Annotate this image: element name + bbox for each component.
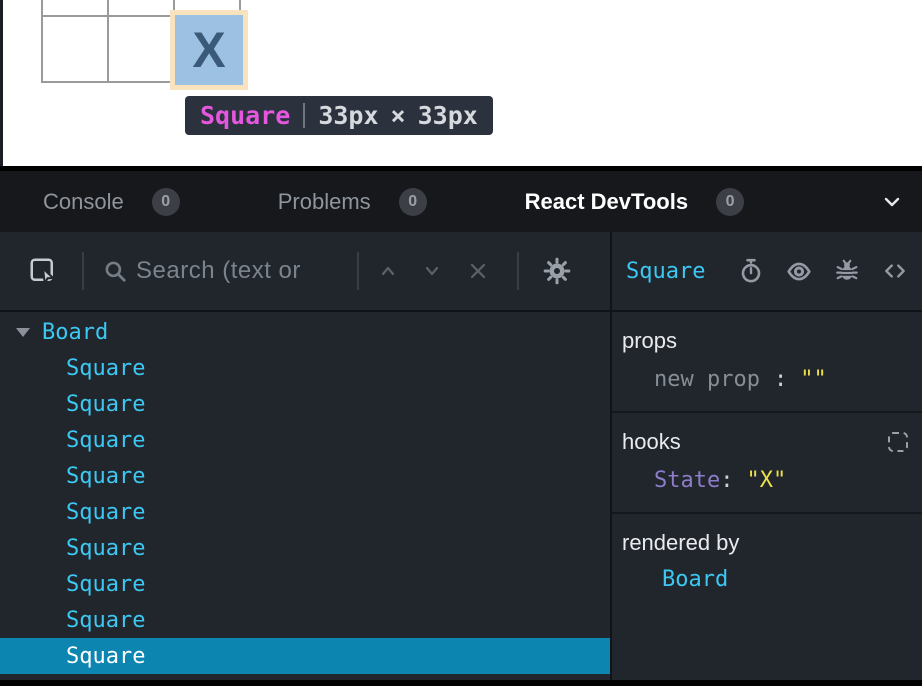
- tree-row[interactable]: Square: [0, 530, 610, 566]
- rendered-by-owner-link[interactable]: Board: [622, 567, 908, 592]
- expand-arrow-icon[interactable]: [16, 328, 42, 337]
- components-tree-pane: Board Square Square Square: [0, 232, 612, 680]
- previous-result-button[interactable]: [379, 264, 397, 278]
- components-toolbar: [0, 232, 610, 312]
- eye-icon: [786, 258, 812, 284]
- tooltip-dimensions: 33px × 33px: [318, 101, 478, 130]
- close-icon: [469, 262, 487, 280]
- search-icon: [102, 258, 128, 284]
- props-section: props new prop : "": [612, 312, 922, 413]
- inspect-tooltip: Square 33px × 33px: [185, 96, 493, 135]
- component-name: Square: [66, 572, 145, 597]
- inspect-highlight-content[interactable]: X: [175, 15, 243, 85]
- tree-row[interactable]: Board: [0, 314, 610, 350]
- tree-row[interactable]: Square: [0, 602, 610, 638]
- board-cell-value: X: [192, 21, 225, 79]
- settings-button[interactable]: [543, 257, 571, 285]
- component-name: Square: [66, 428, 145, 453]
- tab-count-badge: 0: [152, 188, 180, 216]
- component-name: Square: [66, 536, 145, 561]
- state-hook-row: State : "X": [622, 465, 908, 495]
- board-cell[interactable]: [42, 0, 108, 16]
- tab-count-badge: 0: [399, 188, 427, 216]
- colon: :: [774, 367, 787, 392]
- tree-row[interactable]: Square: [0, 638, 610, 674]
- suspense-toggle-button[interactable]: [738, 258, 764, 284]
- devtools-tab-bar: Console 0 Problems 0 React DevTools 0: [0, 171, 922, 232]
- toolbar-divider: [82, 252, 84, 290]
- bug-icon: [834, 258, 860, 284]
- component-name: Square: [66, 644, 145, 669]
- devtools-tab[interactable]: Console 0: [43, 188, 180, 216]
- details-header: Square: [612, 232, 922, 312]
- tooltip-component-name: Square: [200, 101, 290, 130]
- search-input[interactable]: [136, 257, 341, 285]
- hook-name: State: [654, 468, 720, 493]
- selected-component-title: Square: [626, 259, 705, 284]
- component-name: Square: [66, 500, 145, 525]
- tree-row[interactable]: Square: [0, 350, 610, 386]
- collapse-panel-button[interactable]: [882, 194, 902, 210]
- component-name: Board: [42, 320, 108, 345]
- devtools-tab[interactable]: Problems 0: [278, 188, 427, 216]
- devtools-tab[interactable]: React DevTools 0: [525, 188, 744, 216]
- chevron-down-icon: [423, 264, 441, 278]
- tree-row[interactable]: Square: [0, 458, 610, 494]
- react-devtools-panel: Board Square Square Square: [0, 232, 922, 680]
- hooks-section: hooks State : "X": [612, 413, 922, 514]
- tooltip-height: 33px: [418, 101, 478, 130]
- chevron-up-icon: [379, 264, 397, 278]
- new-prop-value-input[interactable]: "": [800, 367, 827, 392]
- tree-row[interactable]: Square: [0, 422, 610, 458]
- tooltip-divider: [303, 103, 305, 128]
- rendered-by-title: rendered by: [622, 530, 739, 556]
- chevron-down-icon: [882, 194, 902, 210]
- inspect-dom-button[interactable]: [786, 258, 812, 284]
- view-source-button[interactable]: [882, 258, 908, 284]
- component-tree: Board Square Square Square: [0, 312, 610, 680]
- component-details-pane: Square: [612, 232, 922, 680]
- code-icon: [882, 258, 908, 284]
- parse-hook-names-icon[interactable]: [888, 432, 908, 452]
- panel-bottom-edge: [0, 680, 922, 686]
- tree-row[interactable]: Square: [0, 494, 610, 530]
- hooks-section-title: hooks: [622, 429, 681, 455]
- rendered-by-section: rendered by Board: [612, 514, 922, 680]
- board-cell[interactable]: [108, 0, 174, 16]
- component-name: Square: [66, 608, 145, 633]
- hook-value[interactable]: "X": [746, 468, 786, 493]
- window-edge: [0, 0, 3, 166]
- next-result-button[interactable]: [423, 264, 441, 278]
- props-section-title: props: [622, 328, 677, 354]
- times-icon: ×: [391, 101, 406, 130]
- inspect-icon: [28, 256, 58, 286]
- tab-count-badge: 0: [716, 188, 744, 216]
- log-component-button[interactable]: [834, 258, 860, 284]
- new-prop-input[interactable]: new prop: [654, 367, 760, 392]
- new-prop-row: new prop : "": [622, 364, 908, 394]
- colon: :: [720, 468, 733, 493]
- component-name: Square: [66, 464, 145, 489]
- tooltip-width: 33px: [318, 101, 378, 130]
- tree-row[interactable]: Square: [0, 566, 610, 602]
- board-cell[interactable]: [108, 16, 174, 82]
- stopwatch-icon: [738, 258, 764, 284]
- inspect-highlight-overlay: X: [170, 10, 248, 90]
- inspected-page: X Square 33px × 33px: [0, 0, 922, 166]
- board-cell[interactable]: [42, 16, 108, 82]
- component-name: Square: [66, 356, 145, 381]
- inspect-element-button[interactable]: [28, 256, 58, 286]
- toolbar-divider: [357, 252, 359, 290]
- gear-icon: [543, 257, 571, 285]
- clear-search-button[interactable]: [469, 262, 487, 280]
- component-name: Square: [66, 392, 145, 417]
- toolbar-divider: [517, 252, 519, 290]
- tree-row[interactable]: Square: [0, 386, 610, 422]
